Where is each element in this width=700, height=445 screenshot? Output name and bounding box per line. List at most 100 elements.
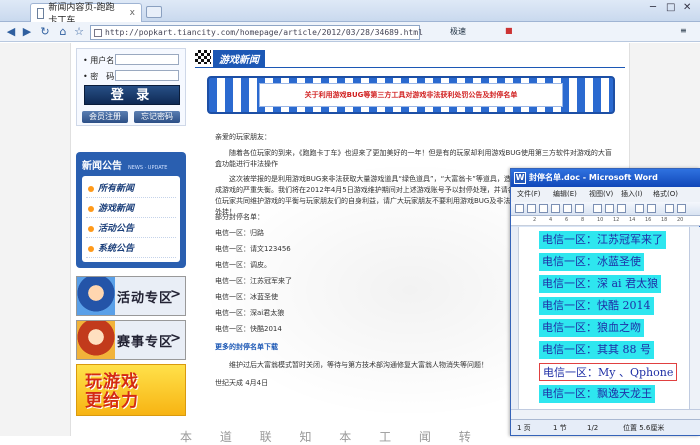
announcement-list: 所有新闻 游戏新闻 活动公告 系统公告 [82,176,180,262]
redo-icon[interactable] [647,204,656,213]
back-icon[interactable]: ◀ [4,25,18,39]
ruler-tick: 14 [629,217,636,223]
ruler-tick: 10 [597,217,604,223]
word-vertical-ruler [511,227,519,409]
browser-tab[interactable]: 新闻内容页-跑跑卡丁车 x [30,3,142,26]
article-title: 关于利用游戏BUG等第三方工具对游戏非法获利处罚公告及封停名单 [259,83,563,107]
preview-icon[interactable] [563,204,572,213]
article-title-banner: 关于利用游戏BUG等第三方工具对游戏非法获利处罚公告及封停名单 [207,76,615,114]
word-title-bar[interactable]: W 封停名单.doc - Microsoft Word [511,169,700,187]
addon-icon[interactable]: ■ [505,26,513,35]
racer-character-icon [77,321,115,359]
spell-icon[interactable] [575,204,584,213]
word-window[interactable]: W 封停名单.doc - Microsoft Word 文件(F) 编辑(E) … [510,168,700,436]
ruler-tick: 6 [565,217,569,223]
word-menu-edit[interactable]: 编辑(E) [553,187,577,202]
announcement-title: 新闻公告 [82,161,122,172]
ruler-tick: 18 [661,217,668,223]
tab-close-icon[interactable]: x [130,8,135,18]
competition-zone-label: 赛事专区 [117,335,174,350]
login-button[interactable]: 登 录 [84,85,180,105]
open-icon[interactable] [527,204,536,213]
status-position: 位置 5.6厘米 [623,424,665,432]
undo-icon[interactable] [635,204,644,213]
forgot-password-button[interactable]: 忘记密码 [134,111,180,123]
word-horizontal-scrollbar[interactable] [511,409,700,419]
word-app-icon: W [514,172,526,184]
favorite-star-icon[interactable]: ☆ [72,25,86,39]
copy-icon[interactable] [605,204,614,213]
header-divider [195,67,625,68]
word-vertical-scrollbar[interactable] [689,227,700,409]
doc-line[interactable]: 电信一区：快酷 2014 [539,297,654,315]
ruler-tick: 20 [677,217,684,223]
promo-line-1: 玩游戏 [85,372,139,392]
word-menu-file[interactable]: 文件(F) [517,187,541,202]
ruler-tick: 8 [581,217,585,223]
register-button[interactable]: 会员注册 [82,111,128,123]
url-text: http://popkart.tiancity.com/homepage/art… [105,28,423,37]
promo-line-2: 更给力 [85,391,139,411]
minimize-button[interactable]: ─ [650,2,656,13]
cut-icon[interactable] [593,204,602,213]
announcement-item-system[interactable]: 系统公告 [86,240,176,258]
word-menu-view[interactable]: 视图(V) [589,187,613,202]
announcement-item-all-news[interactable]: 所有新闻 [86,180,176,198]
news-section-header: 游戏新闻 [195,48,625,68]
doc-line[interactable]: 电信一区：深 ai 君太狼 [539,275,662,293]
new-doc-icon[interactable] [515,204,524,213]
checkered-flag-icon [195,50,211,64]
bottom-faded-text: 本 道 联 知 本 工 闻 转 [180,430,483,444]
address-bar[interactable]: http://popkart.tiancity.com/homepage/art… [90,25,423,40]
doc-line[interactable]: 电信一区：冰蓝圣使 [539,253,644,271]
chevron-right-icon: > [170,287,181,302]
speed-mode-button[interactable]: 极速 [450,26,466,37]
status-section: 1 节 [553,424,567,432]
forward-icon[interactable]: ▶ [20,25,34,39]
doc-line-selected[interactable]: 电信一区：My 、Qphone [539,363,678,381]
page-icon [37,7,45,19]
username-input[interactable] [115,54,179,65]
doc-line[interactable]: 电信一区：飘逸天龙王 [539,385,655,403]
password-input[interactable] [115,70,179,81]
announcement-subtitle: NEWS · UPDATE [128,165,168,171]
browser-tab-bar: 新闻内容页-跑跑卡丁车 x ─ □ ✕ [0,0,700,26]
maximize-button[interactable]: □ [666,2,675,13]
announcement-item-events[interactable]: 活动公告 [86,220,176,238]
paste-icon[interactable] [617,204,626,213]
word-horizontal-ruler: 2 4 6 8 10 12 14 16 18 20 [511,216,700,226]
ruler-tick: 16 [645,217,652,223]
doc-line[interactable]: 电信一区：其其 88 号 [539,341,654,359]
word-toolbar [511,202,700,216]
announcement-item-game-news[interactable]: 游戏新闻 [86,200,176,218]
site-icon [94,29,102,37]
promo-banner[interactable]: 玩游戏 更给力 [76,364,186,416]
login-panel: • 用户名： • 密 码： 登 录 会员注册 忘记密码 [76,48,186,126]
columns-icon[interactable] [677,204,686,213]
close-window-button[interactable]: ✕ [683,2,691,13]
word-menu-format[interactable]: 格式(O) [653,187,678,202]
status-page-count: 1/2 [587,424,599,432]
word-menu-insert[interactable]: 插入(I) [621,187,643,202]
refresh-icon[interactable]: ↻ [38,25,52,39]
article-closing: 维护过后大富翁模式暂时关闭，等待与第方技术部沟通修复大富翁人物消失等问题！ [229,361,488,369]
article-paragraph-1: 随着各位玩家的到来，《跑跑卡丁车》也迎来了更加美好的一年！但是有的玩家却利用游戏… [215,149,612,168]
news-announcement-box: 新闻公告 NEWS · UPDATE 所有新闻 游戏新闻 活动公告 系统公告 [76,152,186,268]
print-icon[interactable] [551,204,560,213]
news-section-title: 游戏新闻 [213,50,265,67]
word-document-area[interactable]: 电信一区：江苏冠军来了 电信一区：冰蓝圣使 电信一区：深 ai 君太狼 电信一区… [519,227,700,409]
menu-icon[interactable]: ≡ [680,26,687,35]
home-icon[interactable]: ⌂ [56,25,70,39]
announcement-header: 新闻公告 NEWS · UPDATE [76,152,186,174]
ruler-tick: 4 [549,217,553,223]
new-tab-button[interactable] [146,6,162,18]
promo-text: 玩游戏 更给力 [85,373,139,411]
activity-zone-link[interactable]: 活动专区 > [76,276,186,316]
doc-line[interactable]: 电信一区：江苏冠军来了 [539,231,666,249]
word-title: 封停名单.doc - Microsoft Word [529,173,658,182]
doc-line[interactable]: 电信一区：狼血之吻 [539,319,644,337]
ruler-tick: 2 [533,217,537,223]
competition-zone-link[interactable]: 赛事专区 > [76,320,186,360]
table-icon[interactable] [665,204,674,213]
save-icon[interactable] [539,204,548,213]
